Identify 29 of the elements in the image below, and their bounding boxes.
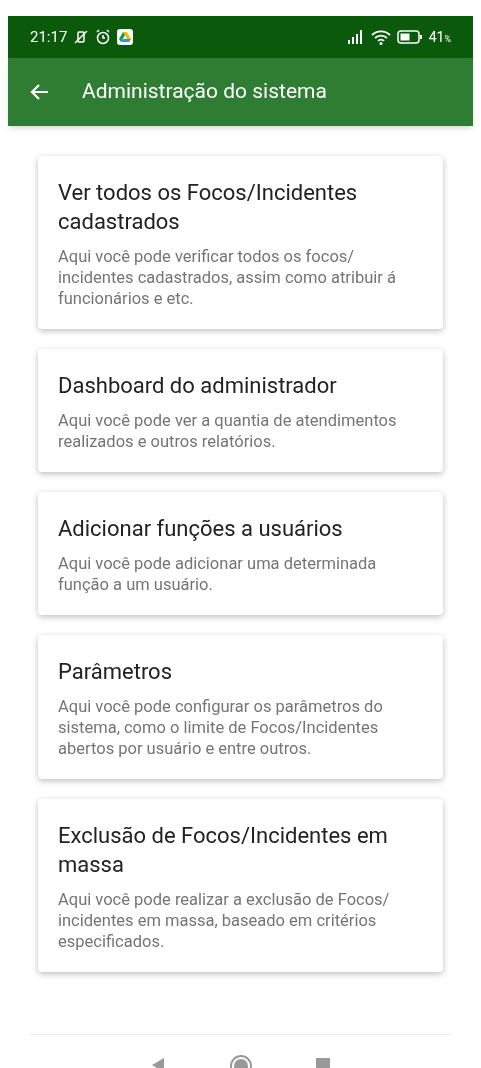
card-description: Aqui você pode ver a quantia de atendimentos realizados e outros relatórios. [58,410,398,452]
card-title: Ver todos os Focos/Incidentes cadastrados [58,179,359,236]
card-description: Aqui você pode configurar os parâmetros do sistema, como o limite de Focos/Incidentes abertos por usuário e entre outros. [58,696,384,759]
signal-icon [346,30,365,44]
card-description: Aqui você pode verificar todos os focos/ incidentes cadastrados, assim como atribuir á funcionários e etc. [58,246,397,309]
admin-option-card[interactable]: Adicionar funções a usuários Aqui você pode adicionar uma determinada função a um usuário. [38,492,443,615]
nav-home-icon[interactable] [228,1054,253,1068]
card-title: Parâmetros [58,658,174,686]
card-description: Aqui você pode adicionar uma determinada função a um usuário. [58,553,378,595]
vibrate-off-icon [73,29,90,45]
card-title: Adicionar funções a usuários [58,515,344,543]
admin-option-card[interactable]: Ver todos os Focos/Incidentes cadastrados Aqui você pode verificar todos os focos/ incidentes cadastrados, assim como atribuir á funcionários e etc. [38,156,443,329]
battery-percent: 41% [428,27,451,47]
battery-icon [396,30,423,44]
status-time: 21:17 [30,26,68,48]
nav-recents-icon[interactable] [315,1058,330,1068]
card-description: Aqui você pode realizar a exclusão de Focos/ incidentes em massa, baseado em critérios especificados. [58,889,391,952]
drive-icon [117,29,134,45]
back-button[interactable] [30,82,50,102]
admin-option-card[interactable]: Parâmetros Aqui você pode configurar os parâmetros do sistema, como o limite de Focos/Incidentes abertos por usuário e entre outros. [38,635,443,779]
card-title: Dashboard do administrador [58,372,338,400]
app-bar-title: Administração do sistema [82,78,327,106]
nav-back-icon[interactable] [151,1058,166,1068]
back-arrow-icon [30,82,50,102]
admin-option-card[interactable]: Exclusão de Focos/Incidentes em massa Aqui você pode realizar a exclusão de Focos/ incidentes em massa, baseado em critérios especificados. [38,799,443,972]
wifi-icon [370,29,391,45]
alarm-clock-icon [95,29,112,45]
admin-option-card[interactable]: Dashboard do administrador Aqui você pode ver a quantia de atendimentos realizados e outros relatórios. [38,349,443,472]
card-title: Exclusão de Focos/Incidentes em massa [58,822,389,879]
